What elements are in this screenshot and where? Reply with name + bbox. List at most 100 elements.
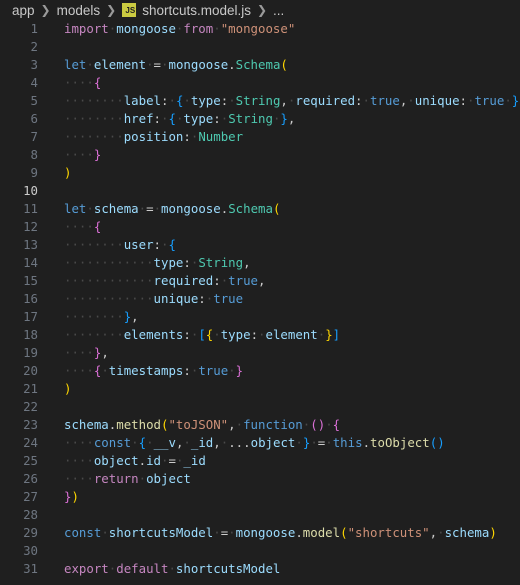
code-line[interactable]: 23 schema.method("toJSON",·function·()·{ <box>0 416 520 434</box>
code-token: ) <box>64 165 72 180</box>
code-line[interactable]: 2 <box>0 38 520 56</box>
code-line[interactable]: 29 const·shortcutsModel·=·mongoose.model(… <box>0 524 520 542</box>
code-token: import <box>64 21 109 36</box>
code-token: · <box>168 93 176 108</box>
breadcrumb-folder-app[interactable]: app <box>12 3 35 18</box>
line-code: ············unique:·true <box>38 290 520 308</box>
code-token: unique <box>414 93 460 108</box>
code-token: _id <box>190 435 214 450</box>
code-token: ········ <box>64 93 124 108</box>
code-line[interactable]: 26 ····return·object <box>0 470 520 488</box>
code-line[interactable]: 7 ········position:·Number <box>0 128 520 146</box>
js-file-icon: JS <box>122 3 137 17</box>
code-line[interactable]: 16 ············unique:·true <box>0 290 520 308</box>
code-line[interactable]: 21) <box>0 380 520 398</box>
code-token: position <box>123 129 184 144</box>
code-line[interactable]: 27}) <box>0 488 520 506</box>
code-token: schema <box>93 201 139 216</box>
code-token: · <box>131 435 139 450</box>
code-token: required <box>295 93 356 108</box>
code-line[interactable]: 3 let·element·=·mongoose.Schema( <box>0 56 520 74</box>
code-token: mongoose <box>168 57 229 72</box>
code-line[interactable]: 5 ········label:·{·type:·String,·required… <box>0 92 520 110</box>
line-number: 14 <box>23 255 38 270</box>
line-code: ····object.id·=·_id <box>38 452 520 470</box>
code-line[interactable]: 14 ············type:·String, <box>0 254 520 272</box>
code-line[interactable]: 25 ····object.id·=·_id <box>0 452 520 470</box>
code-token: ···· <box>64 435 94 450</box>
code-token: id <box>146 453 161 468</box>
code-line[interactable]: 19 ····}, <box>0 344 520 362</box>
code-token: ···· <box>64 363 94 378</box>
code-line[interactable]: 9) <box>0 164 520 182</box>
code-token: : <box>153 237 161 252</box>
code-token: true <box>228 273 258 288</box>
code-line[interactable]: 10 <box>0 182 520 200</box>
code-token: ( <box>310 417 318 432</box>
code-line[interactable]: 20 ····{·timestamps:·true·} <box>0 362 520 380</box>
code-token: String <box>198 255 244 270</box>
code-token: Schema <box>228 201 273 216</box>
code-token: ( <box>340 525 348 540</box>
chevron-right-icon: ❯ <box>256 3 268 17</box>
code-token: function <box>243 417 303 432</box>
code-token: , <box>101 345 109 360</box>
line-code: ····{·timestamps:·true·} <box>38 362 520 380</box>
code-token: { <box>332 417 341 432</box>
code-token: } <box>235 363 244 378</box>
code-token: href <box>123 111 154 126</box>
code-line[interactable]: 31 export·default·shortcutsModel <box>0 560 520 578</box>
code-line[interactable]: 8 ····} <box>0 146 520 164</box>
code-line[interactable]: 17 ········}, <box>0 308 520 326</box>
code-token: shortcutsModel <box>175 561 281 576</box>
code-line[interactable]: 6 ········href:·{·type:·String·}, <box>0 110 520 128</box>
code-token: · <box>183 93 191 108</box>
breadcrumb-folder-models[interactable]: models <box>57 3 101 18</box>
code-token: : <box>183 129 191 144</box>
code-token: this <box>332 435 363 450</box>
code-token: : <box>459 93 467 108</box>
code-line[interactable]: 4 ····{ <box>0 74 520 92</box>
code-line[interactable]: 1 import·mongoose·from·"mongoose" <box>0 20 520 38</box>
code-line[interactable]: 12 ····{ <box>0 218 520 236</box>
code-editor[interactable]: 1 import·mongoose·from·"mongoose" 2 3 let·el… <box>0 20 520 578</box>
code-token: { <box>168 237 176 252</box>
code-token: schema <box>444 525 490 540</box>
code-line[interactable]: 15 ············required:·true, <box>0 272 520 290</box>
code-token: ( <box>272 201 281 216</box>
code-token: ············ <box>64 273 154 288</box>
line-number: 3 <box>30 57 38 72</box>
line-code: schema.method("toJSON",·function·()·{ <box>38 416 520 434</box>
code-token: = <box>153 57 162 72</box>
code-line[interactable]: 30 <box>0 542 520 560</box>
code-token: ) <box>64 381 72 396</box>
code-token: object <box>93 453 139 468</box>
code-token: type <box>220 327 251 342</box>
code-line[interactable]: 11 let·schema·=·mongoose.Schema( <box>0 200 520 218</box>
code-token: ) <box>489 525 497 540</box>
code-token: element <box>93 57 147 72</box>
line-number: 13 <box>23 237 38 252</box>
code-token: · <box>213 21 221 36</box>
code-token: ( <box>280 57 288 72</box>
line-number: 20 <box>23 363 38 378</box>
code-line[interactable]: 18 ········elements:·[{·type:·element·}] <box>0 326 520 344</box>
code-token: · <box>235 417 244 432</box>
code-line[interactable]: 24 ····const·{·__v,·_id,·...object·}·=·th… <box>0 434 520 452</box>
line-code: ············required:·true, <box>38 272 520 290</box>
breadcrumb: app ❯ models ❯ JS shortcuts.model.js ❯ .… <box>0 0 520 20</box>
code-token: · <box>325 417 333 432</box>
code-token: . <box>138 453 147 468</box>
line-code: ········elements:·[{·type:·element·}] <box>38 326 520 344</box>
code-token: ············ <box>64 291 154 306</box>
code-line[interactable]: 22 <box>0 398 520 416</box>
code-token: user <box>123 237 154 252</box>
code-token: { <box>138 435 147 450</box>
breadcrumb-symbol-more[interactable]: ... <box>273 3 284 18</box>
breadcrumb-file[interactable]: shortcuts.model.js <box>142 3 251 18</box>
line-code: let·element·=·mongoose.Schema( <box>38 56 520 74</box>
code-line[interactable]: 13 ········user:·{ <box>0 236 520 254</box>
line-code: ········user:·{ <box>38 236 520 254</box>
code-line[interactable]: 28 <box>0 506 520 524</box>
